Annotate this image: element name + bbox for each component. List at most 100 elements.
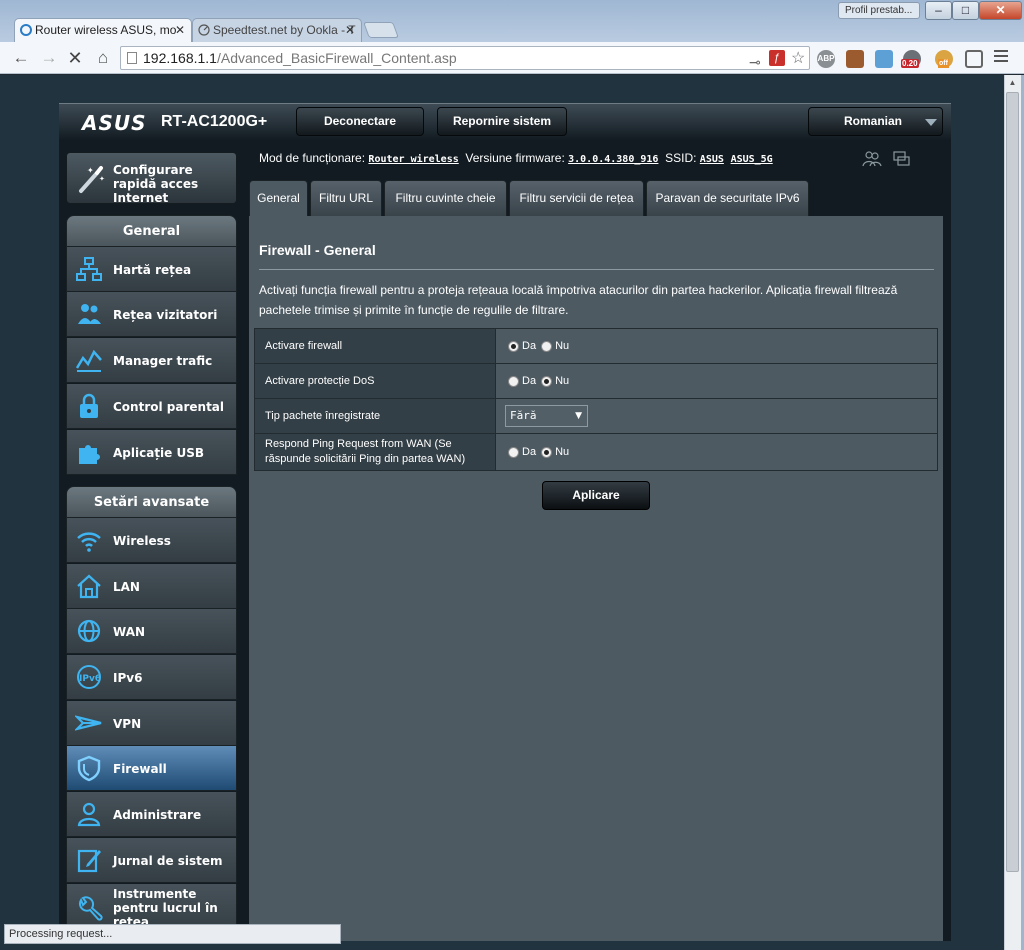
browser-toolbar: ← → ✕ ⌂ 192.168.1.1/Advanced_BasicFirewa…: [0, 42, 1024, 74]
sidebar-item-network-map[interactable]: Hartă rețea: [66, 247, 237, 292]
svg-text:✦: ✦: [87, 166, 94, 175]
page-description: Activați funcția firewall pentru a prote…: [259, 283, 898, 317]
extension-off-icon[interactable]: off: [935, 50, 953, 68]
tab-general[interactable]: General: [249, 180, 308, 216]
asus-favicon-icon: [20, 24, 32, 36]
ssid-label: SSID:: [665, 151, 697, 165]
devices-icon[interactable]: [893, 151, 910, 166]
sidebar-item-label: Control parental: [113, 399, 225, 414]
stop-icon[interactable]: ✕: [64, 47, 86, 69]
browser-menu-icon[interactable]: [994, 50, 1008, 64]
speedtest-favicon-icon: [198, 24, 210, 36]
adblock-plus-icon[interactable]: ABP: [817, 50, 835, 68]
reboot-button[interactable]: Repornire sistem: [437, 107, 567, 136]
close-window-button[interactable]: ✕: [979, 1, 1022, 20]
sidebar-item-guest-network[interactable]: Rețea vizitatori: [66, 292, 237, 337]
speed-meter-icon[interactable]: 0.20: [901, 50, 921, 68]
apply-button[interactable]: Aplicare: [542, 481, 650, 510]
sidebar-item-firewall[interactable]: Firewall: [66, 746, 237, 791]
back-icon[interactable]: ←: [10, 47, 32, 69]
minimize-button[interactable]: –: [925, 1, 952, 20]
quick-setup-button[interactable]: ✦ ✦ Configurare rapidă acces Internet: [66, 152, 237, 205]
radio-ping-yes[interactable]: [508, 446, 519, 458]
profile-button[interactable]: Profil prestab...: [838, 2, 920, 19]
scroll-thumb[interactable]: [1006, 92, 1019, 872]
language-select[interactable]: Romanian: [808, 107, 943, 136]
forward-icon[interactable]: →: [38, 47, 60, 69]
field-value: Da Nu: [495, 329, 937, 363]
url-path: /Advanced_BasicFirewall_Content.asp: [216, 50, 457, 66]
instagram-icon[interactable]: [846, 50, 864, 68]
radio-ping-no[interactable]: [541, 446, 553, 458]
radio-dos-yes[interactable]: [508, 375, 519, 387]
firmware-link[interactable]: 3.0.0.4.380_916: [568, 154, 658, 165]
traffic-manager-icon: [75, 349, 102, 372]
sidebar-item-administration[interactable]: Administrare: [66, 792, 237, 837]
maximize-button[interactable]: □: [952, 1, 979, 20]
browser-chrome: Profil prestab... – □ ✕ Router wireless …: [0, 0, 1024, 74]
sidebar-item-wireless[interactable]: Wireless: [66, 518, 237, 563]
tab-ipv6-firewall[interactable]: Paravan de securitate IPv6: [646, 180, 809, 216]
form-row-ping: Respond Ping Request from WAN (Se răspun…: [254, 433, 938, 471]
form-row-dos: Activare protecție DoS Da Nu: [254, 363, 938, 399]
sidebar-item-traffic-manager[interactable]: Manager trafic: [66, 338, 237, 383]
sidebar-item-ipv6[interactable]: IPv6 IPv6: [66, 655, 237, 700]
url-host: 192.168.1.1: [143, 50, 217, 66]
magic-wand-icon: ✦ ✦: [79, 166, 105, 193]
browser-tab-speedtest[interactable]: Speedtest.net by Ookla - T ✕: [192, 18, 362, 42]
sidebar-item-label: Aplicație USB: [113, 445, 205, 460]
svg-text:✦: ✦: [99, 175, 105, 183]
vpn-icon: [75, 715, 102, 731]
sidebar-item-vpn[interactable]: VPN: [66, 701, 237, 746]
home-icon[interactable]: ⌂: [92, 47, 114, 69]
field-label: Respond Ping Request from WAN (Se răspun…: [255, 434, 495, 470]
ssid-link-5g[interactable]: ASUS_5G: [731, 154, 773, 165]
radio-dos-no[interactable]: [541, 375, 553, 387]
admin-icon: [77, 802, 101, 827]
clients-icon[interactable]: [862, 151, 882, 167]
status-line: Mod de funcționare: Router wireless Vers…: [259, 151, 773, 165]
pin-icon[interactable]: ⊸: [749, 51, 761, 73]
divider: [259, 269, 934, 270]
tab-close-icon[interactable]: ✕: [175, 19, 185, 41]
logout-button[interactable]: Deconectare: [296, 107, 424, 136]
flash-icon[interactable]: ƒ: [769, 50, 785, 66]
sidebar-item-system-log[interactable]: Jurnal de sistem: [66, 838, 237, 883]
bookmark-star-icon[interactable]: ☆: [791, 48, 805, 70]
address-bar[interactable]: 192.168.1.1/Advanced_BasicFirewall_Conte…: [120, 46, 810, 70]
sidebar-item-label: Hartă rețea: [113, 262, 192, 277]
parental-control-icon: [80, 393, 98, 418]
tab-close-icon[interactable]: ✕: [345, 19, 355, 41]
camera-icon[interactable]: [875, 50, 893, 68]
sidebar-item-wan[interactable]: WAN: [66, 609, 237, 654]
cast-icon[interactable]: [965, 50, 983, 68]
sidebar-item-label: VPN: [113, 716, 142, 731]
radio-firewall-yes[interactable]: [508, 340, 519, 352]
log-type-select[interactable]: Fără ▼: [505, 405, 588, 427]
sidebar-item-label: Firewall: [113, 761, 167, 776]
scroll-up-arrow-icon[interactable]: ▲: [1004, 75, 1021, 91]
sidebar-item-usb-app[interactable]: Aplicație USB: [66, 430, 237, 475]
sidebar-item-lan[interactable]: LAN: [66, 564, 237, 609]
network-map-icon: [76, 257, 102, 281]
wrench-icon: [78, 896, 103, 921]
tab-service-filter[interactable]: Filtru servicii de rețea: [509, 180, 644, 216]
radio-label: Da: [522, 446, 537, 458]
ssid-link-24g[interactable]: ASUS: [700, 154, 724, 165]
sidebar-item-parental-control[interactable]: Control parental: [66, 384, 237, 429]
wireless-icon: [77, 532, 101, 552]
browser-tab-active[interactable]: Router wireless ASUS, mo ✕: [14, 18, 192, 42]
field-label: Tip pachete înregistrate: [255, 399, 495, 433]
firmware-label: Versiune firmware:: [465, 151, 565, 165]
tab-url-filter[interactable]: Filtru URL: [310, 180, 382, 216]
mode-link[interactable]: Router wireless: [368, 154, 458, 165]
extension-off-badge: off: [938, 59, 949, 68]
new-tab-button[interactable]: [363, 22, 399, 38]
sidebar-item-label: Manager trafic: [113, 353, 213, 368]
field-label: Activare firewall: [255, 329, 495, 363]
system-log-icon: [77, 849, 101, 873]
radio-firewall-no[interactable]: [541, 340, 553, 352]
mode-label: Mod de funcționare:: [259, 151, 366, 165]
tab-keyword-filter[interactable]: Filtru cuvinte cheie: [384, 180, 507, 216]
content-panel: [249, 216, 943, 941]
